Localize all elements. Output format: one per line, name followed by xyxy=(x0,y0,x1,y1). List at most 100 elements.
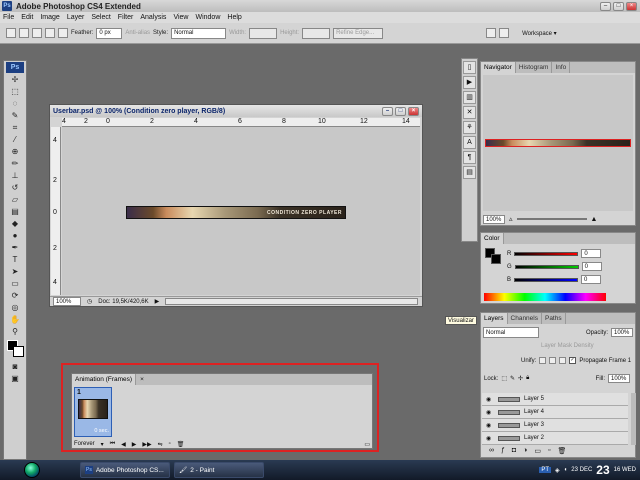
adjustment-layer-icon[interactable]: ◑ xyxy=(523,447,527,457)
screen-mode-icon[interactable]: ▣ xyxy=(6,373,24,384)
status-arrow-icon[interactable]: ▶ xyxy=(155,298,160,305)
propagate-checkbox[interactable]: ✓ xyxy=(569,357,577,364)
menu-filter[interactable]: Filter xyxy=(118,14,134,21)
bg-color-swatch[interactable] xyxy=(491,254,501,264)
actions-icon[interactable]: ▶ xyxy=(463,76,476,89)
language-indicator[interactable]: PT xyxy=(539,467,552,473)
workspace-menu[interactable]: Workspace ▾ xyxy=(522,30,557,37)
zoom-field[interactable]: 100% xyxy=(53,297,81,306)
hand-tool-icon[interactable]: ✋ xyxy=(6,314,24,325)
3d-rotate-icon[interactable]: ⟳ xyxy=(6,290,24,301)
lock-pixels-icon[interactable]: ✎ xyxy=(510,375,515,382)
zoom-tool-icon[interactable]: ⚲ xyxy=(6,326,24,337)
marquee-tool-icon[interactable] xyxy=(6,28,16,38)
type-tool-icon[interactable]: T xyxy=(6,254,24,265)
background-color[interactable] xyxy=(13,346,24,357)
zoom-out-icon[interactable]: ▵ xyxy=(509,215,513,223)
healing-brush-icon[interactable]: ⊕ xyxy=(6,146,24,157)
red-value[interactable]: 0 xyxy=(581,249,602,258)
red-slider[interactable] xyxy=(514,251,579,256)
history-icon[interactable]: ▯ xyxy=(463,61,476,74)
start-button[interactable] xyxy=(24,462,40,478)
menu-view[interactable]: View xyxy=(173,14,188,21)
gradient-icon[interactable]: ▤ xyxy=(6,206,24,217)
timeline-mode-icon[interactable]: ▭ xyxy=(364,441,370,448)
tab-layers[interactable]: Layers xyxy=(481,313,508,324)
menu-image[interactable]: Image xyxy=(40,14,59,21)
layers-scrollbar[interactable] xyxy=(631,393,636,445)
maximize-button[interactable]: □ xyxy=(613,1,624,11)
doc-maximize-button[interactable]: □ xyxy=(395,106,406,116)
status-menu-icon[interactable]: ◷ xyxy=(87,298,92,305)
blue-slider[interactable] xyxy=(514,277,579,282)
blur-tool-icon[interactable]: ◆ xyxy=(6,218,24,229)
delete-frame-icon[interactable]: 🗑︎ xyxy=(177,441,185,448)
blue-value[interactable]: 0 xyxy=(581,275,602,284)
delete-layer-icon[interactable]: 🗑︎ xyxy=(557,447,566,457)
blend-mode-select[interactable]: Normal xyxy=(483,327,539,338)
pen-tool-icon[interactable]: ✒ xyxy=(6,242,24,253)
intersect-selection-icon[interactable] xyxy=(58,28,68,38)
eraser-icon[interactable]: ▱ xyxy=(6,194,24,205)
volume-icon[interactable]: ◖ xyxy=(564,467,568,473)
taskbar-photoshop[interactable]: Ps Adobe Photoshop CS... xyxy=(80,462,170,478)
3d-camera-icon[interactable]: ◎ xyxy=(6,302,24,313)
minimize-button[interactable]: – xyxy=(600,1,611,11)
menu-help[interactable]: Help xyxy=(227,14,241,21)
doc-close-button[interactable]: × xyxy=(408,106,419,116)
horizontal-scrollbar[interactable] xyxy=(165,298,418,305)
character-icon[interactable]: A xyxy=(463,136,476,149)
unify-visibility-icon[interactable] xyxy=(549,357,557,364)
tab-info[interactable]: Info xyxy=(552,62,571,73)
notes-icon[interactable]: ▤ xyxy=(463,166,476,179)
brushes-icon[interactable]: ✕ xyxy=(463,106,476,119)
tab-channels[interactable]: Channels xyxy=(508,313,542,324)
tween-icon[interactable]: ⇋ xyxy=(158,441,163,448)
new-layer-icon[interactable]: ▫ xyxy=(548,447,550,457)
navigator-preview[interactable] xyxy=(483,75,633,211)
quick-select-icon[interactable]: ✎ xyxy=(6,110,24,121)
tab-color[interactable]: Color xyxy=(481,233,504,244)
eye-icon[interactable]: ◉ xyxy=(486,435,494,442)
eye-icon[interactable]: ◉ xyxy=(486,422,494,429)
move-tool-icon[interactable]: ✢ xyxy=(6,74,24,85)
screen-mode-icon[interactable] xyxy=(499,28,510,38)
feather-input[interactable]: 0 px xyxy=(96,27,123,39)
zoom-in-icon[interactable]: ▲ xyxy=(591,216,598,223)
menu-select[interactable]: Select xyxy=(91,14,110,21)
paragraph-icon[interactable]: ¶ xyxy=(463,151,476,164)
new-selection-icon[interactable] xyxy=(19,28,29,38)
marquee-tool-icon[interactable]: ⬚ xyxy=(6,86,24,97)
menu-layer[interactable]: Layer xyxy=(67,14,85,21)
close-button[interactable]: × xyxy=(626,1,637,11)
menu-window[interactable]: Window xyxy=(195,14,220,21)
green-slider[interactable] xyxy=(514,264,579,269)
loop-select[interactable]: Forever xyxy=(74,441,95,447)
subtract-selection-icon[interactable] xyxy=(45,28,55,38)
animation-frame[interactable]: 1 0 sec. xyxy=(74,387,112,437)
tool-presets-icon[interactable]: ▥ xyxy=(463,91,476,104)
tab-histogram[interactable]: Histogram xyxy=(516,62,553,73)
add-mask-icon[interactable]: ◘ xyxy=(512,447,516,457)
tab-paths[interactable]: Paths xyxy=(542,313,566,324)
tab-navigator[interactable]: Navigator xyxy=(481,62,516,73)
menu-file[interactable]: File xyxy=(3,14,14,21)
close-tab-icon[interactable]: × xyxy=(140,374,144,385)
green-value[interactable]: 0 xyxy=(581,262,602,271)
lock-all-icon[interactable]: 🔒︎ xyxy=(526,375,529,382)
new-group-icon[interactable]: ▭ xyxy=(534,447,541,457)
list-item[interactable]: ◉ Layer 2 xyxy=(482,432,628,445)
duplicate-frame-icon[interactable]: ▫ xyxy=(169,441,171,447)
menu-edit[interactable]: Edit xyxy=(21,14,33,21)
list-item[interactable]: ◉ Layer 4 xyxy=(482,406,628,419)
list-item[interactable]: ◉ Layer 3 xyxy=(482,419,628,432)
brush-tool-icon[interactable]: ✏ xyxy=(6,158,24,169)
color-ramp[interactable] xyxy=(484,293,606,301)
frame-delay[interactable]: 0 sec. xyxy=(94,428,109,434)
play-icon[interactable]: ▶ xyxy=(132,441,137,448)
fill-field[interactable]: 100% xyxy=(608,374,630,383)
layer-style-icon[interactable]: ƒ xyxy=(501,447,505,457)
navigator-zoom-slider[interactable] xyxy=(516,218,587,220)
dropdown-icon[interactable]: ▾ xyxy=(101,441,104,448)
crop-tool-icon[interactable]: ⌗ xyxy=(6,122,24,133)
